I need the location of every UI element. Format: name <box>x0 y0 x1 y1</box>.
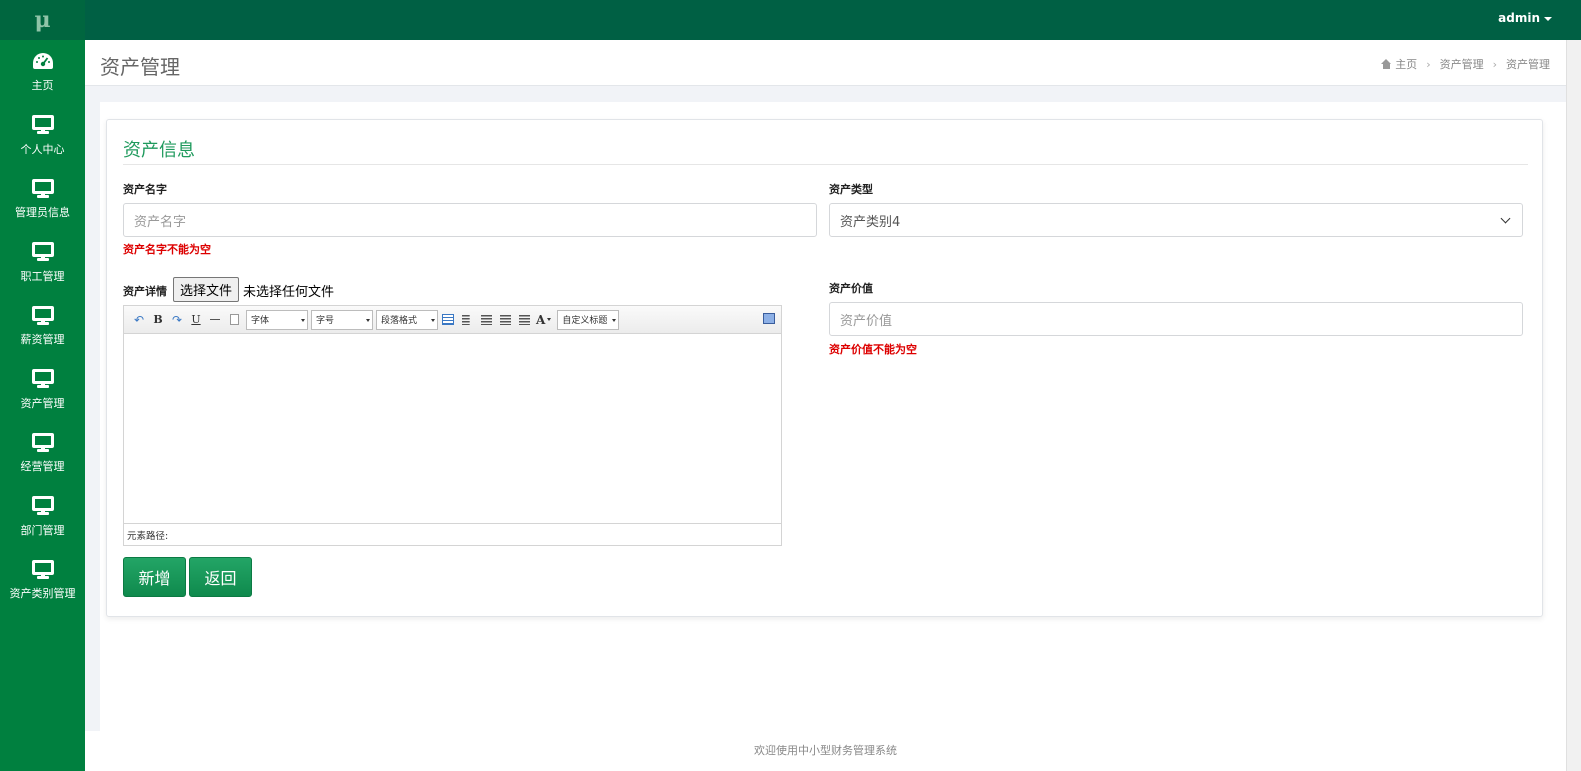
sidebar-item-departments[interactable]: 部门管理 <box>0 485 85 549</box>
horizontal-rule-icon[interactable] <box>208 313 222 327</box>
sidebar-item-label: 薪资管理 <box>20 333 65 347</box>
asset-name-input[interactable]: 资产名字 <box>123 203 817 237</box>
editor-element-path: 元素路径: <box>124 523 781 544</box>
section-title: 资产信息 <box>123 140 195 161</box>
rich-text-editor: ↶ B ↷ U 字体 字号 段落格式 A 自定义标题 元素路径: <box>123 305 782 546</box>
custom-title-dropdown[interactable]: 自定义标题 <box>557 309 620 330</box>
sidebar-item-label: 部门管理 <box>20 523 65 537</box>
user-name: admin <box>1498 11 1540 25</box>
monitor-icon <box>31 114 54 136</box>
asset-type-value: 资产类别4 <box>840 214 901 230</box>
monitor-icon <box>31 304 54 326</box>
asset-type-select[interactable]: 资产类别4 <box>829 203 1523 237</box>
asset-value-input[interactable]: 资产价值 <box>829 302 1523 336</box>
monitor-icon <box>31 495 54 517</box>
main-content: 资产信息 资产名字 资产名字 资产名字不能为空 资产类型 资产类别4 资产详情 … <box>100 102 1566 731</box>
asset-detail-label: 资产详情 <box>123 285 167 298</box>
undo-icon[interactable]: ↶ <box>132 313 146 327</box>
sidebar-item-home[interactable]: 主页 <box>0 40 85 104</box>
editor-content-area[interactable] <box>124 334 781 523</box>
top-bar: admin <box>85 0 1581 40</box>
page-title: 资产管理 <box>100 55 180 79</box>
align-justify-icon[interactable] <box>517 313 531 327</box>
asset-name-error: 资产名字不能为空 <box>123 243 211 256</box>
page-scrollbar[interactable] <box>1566 40 1581 771</box>
font-size-dropdown[interactable]: 字号 <box>311 309 373 330</box>
choose-file-button[interactable]: 选择文件 <box>173 277 240 302</box>
bold-icon[interactable]: B <box>151 313 165 327</box>
font-color-caret-icon[interactable] <box>547 318 552 321</box>
asset-form-card: 资产信息 资产名字 资产名字 资产名字不能为空 资产类型 资产类别4 资产详情 … <box>106 119 1543 617</box>
breadcrumb-separator-icon: › <box>1426 58 1431 71</box>
sidebar-item-label: 职工管理 <box>20 269 65 283</box>
sidebar-item-assets[interactable]: 资产管理 <box>0 358 85 422</box>
divider <box>123 164 1528 165</box>
add-button[interactable]: 新增 <box>123 557 186 597</box>
monitor-icon <box>31 177 54 199</box>
home-icon <box>1381 59 1392 69</box>
page-header: 资产管理 主页 › 资产管理 › 资产管理 <box>85 40 1566 86</box>
font-family-dropdown[interactable]: 字体 <box>246 309 308 330</box>
caret-down-icon <box>1544 16 1552 21</box>
align-center-icon[interactable] <box>498 313 512 327</box>
asset-value-error: 资产价值不能为空 <box>829 343 917 356</box>
dashboard-icon <box>32 50 54 72</box>
file-status: 未选择任何文件 <box>243 285 335 300</box>
asset-name-placeholder: 资产名字 <box>134 214 187 230</box>
new-document-icon[interactable] <box>227 313 241 327</box>
breadcrumb-current: 资产管理 <box>1506 58 1550 71</box>
sidebar-item-label: 管理员信息 <box>15 206 70 220</box>
asset-name-label: 资产名字 <box>123 183 167 196</box>
monitor-icon <box>31 241 54 263</box>
asset-value-placeholder: 资产价值 <box>840 313 893 329</box>
breadcrumb-section[interactable]: 资产管理 <box>1440 58 1484 71</box>
align-right-icon[interactable] <box>479 313 493 327</box>
back-button[interactable]: 返回 <box>189 557 252 597</box>
sidebar-item-label: 经营管理 <box>20 460 65 474</box>
font-color-icon[interactable]: A <box>536 313 545 327</box>
asset-value-label: 资产价值 <box>829 282 873 295</box>
fullscreen-icon[interactable] <box>763 313 775 324</box>
sidebar-item-label: 个人中心 <box>20 142 65 156</box>
asset-type-label: 资产类型 <box>829 183 873 196</box>
sidebar-item-label: 资产类别管理 <box>9 587 76 601</box>
app-logo: μ <box>0 0 85 40</box>
monitor-icon <box>31 558 54 580</box>
breadcrumb-separator-icon: › <box>1492 58 1497 71</box>
sidebar-item-label: 资产管理 <box>20 396 65 410</box>
user-menu[interactable]: admin <box>1498 11 1552 25</box>
underline-icon[interactable]: U <box>189 313 203 327</box>
sidebar-item-personal-center[interactable]: 个人中心 <box>0 104 85 168</box>
table-icon[interactable] <box>441 313 455 327</box>
breadcrumb-home[interactable]: 主页 <box>1395 58 1417 71</box>
sidebar-item-label: 主页 <box>31 79 54 93</box>
redo-icon[interactable]: ↷ <box>170 313 184 327</box>
monitor-icon <box>31 368 54 390</box>
sidebar-item-salary[interactable]: 薪资管理 <box>0 294 85 358</box>
sidebar-item-admin-info[interactable]: 管理员信息 <box>0 167 85 231</box>
chevron-down-icon <box>1500 213 1511 223</box>
sidebar: μ 主页 个人中心 管理员信息 职工管理 薪资管理 资产管理 经营管理 部门管理… <box>0 0 85 771</box>
editor-toolbar: ↶ B ↷ U 字体 字号 段落格式 A 自定义标题 <box>124 306 781 334</box>
sidebar-item-staff[interactable]: 职工管理 <box>0 231 85 295</box>
paragraph-format-dropdown[interactable]: 段落格式 <box>376 309 438 330</box>
breadcrumb: 主页 › 资产管理 › 资产管理 <box>1381 56 1550 72</box>
sidebar-item-operations[interactable]: 经营管理 <box>0 421 85 485</box>
sidebar-item-asset-categories[interactable]: 资产类别管理 <box>0 548 85 612</box>
footer: 欢迎使用中小型财务管理系统 <box>85 731 1566 771</box>
monitor-icon <box>31 431 54 453</box>
align-left-icon[interactable] <box>460 313 474 327</box>
